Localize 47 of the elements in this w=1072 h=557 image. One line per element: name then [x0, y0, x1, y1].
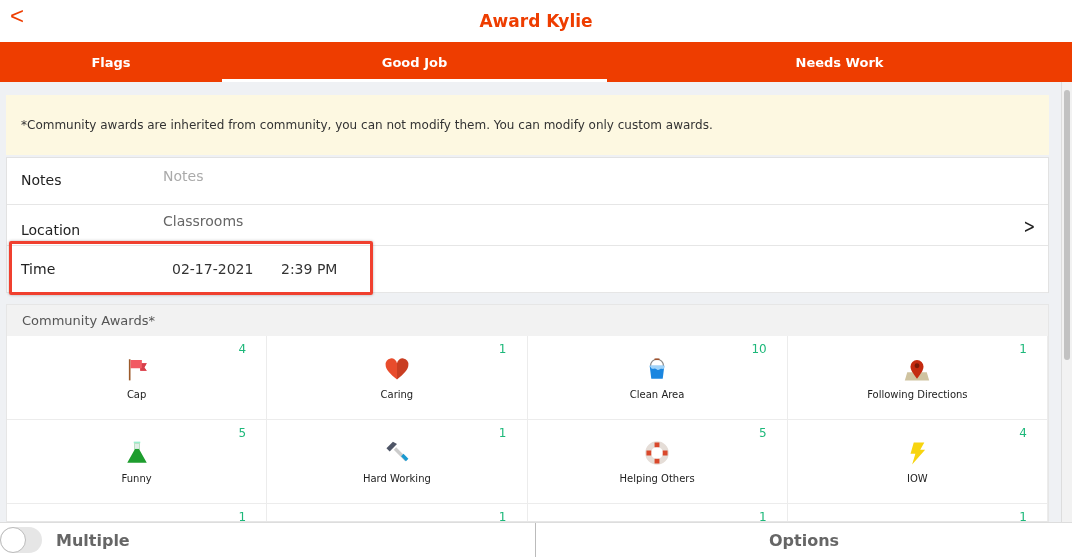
award-count: 1: [498, 426, 507, 440]
location-value[interactable]: Classrooms: [163, 213, 244, 229]
award-name: Funny: [121, 473, 152, 484]
notice-text: *Community awards are inherited from community, you can not modify them. You can modify only custom awards.: [21, 118, 713, 132]
award-count: 5: [238, 426, 247, 440]
award-tile[interactable]: 4 IOW: [787, 420, 1048, 504]
back-button[interactable]: <: [10, 2, 24, 30]
award-tile[interactable]: 1 Caring: [267, 336, 528, 420]
section-header: Community Awards*: [7, 305, 1048, 336]
award-count: 1: [1019, 342, 1027, 356]
award-name: Hard Working: [362, 473, 431, 484]
field-label: Notes: [21, 172, 62, 189]
award-count: 1: [759, 510, 767, 521]
field-label: Time: [21, 261, 56, 277]
award-name: Caring: [380, 389, 414, 400]
tab[interactable]: Needs Work: [607, 42, 1072, 82]
page-title: Award Kylie: [479, 11, 593, 31]
field-label: Location: [21, 221, 81, 238]
award-tile[interactable]: 1 Hard Working: [267, 420, 528, 504]
multiple-label: Multiple: [56, 530, 130, 550]
award-name: Cap: [126, 389, 147, 400]
heart-icon: [383, 356, 410, 382]
award-tile[interactable]: 5 Helping Others: [527, 420, 788, 504]
award-count: 4: [1019, 426, 1027, 440]
award-count: 1: [238, 510, 247, 521]
toggle-switch[interactable]: [0, 527, 42, 553]
notes-field[interactable]: Notes: [163, 164, 463, 188]
award-count: 1: [1019, 510, 1027, 521]
award-count: 5: [759, 426, 767, 440]
award-count: 10: [751, 342, 767, 356]
lifebuoy-icon: [644, 440, 671, 466]
award-tile[interactable]: 10 Clean Area: [527, 336, 788, 420]
award-tile[interactable]: 4 Cap: [7, 336, 268, 420]
chevron-icon[interactable]: >: [1023, 214, 1036, 238]
scrollbar[interactable]: [1061, 82, 1072, 522]
award-tile[interactable]: 5 Funny: [7, 420, 268, 504]
award-name: Following Directions: [867, 389, 968, 400]
award-tile[interactable]: 1 Following Directions: [787, 336, 1048, 420]
time-value[interactable]: 2:39 PM: [281, 261, 338, 277]
award-name: Helping Others: [619, 473, 695, 484]
award-count: 1: [498, 510, 507, 521]
award-count: 1: [498, 342, 507, 356]
award-name: Clean Area: [629, 389, 685, 400]
award-name: IOW: [907, 473, 928, 484]
award-count: 4: [238, 342, 247, 356]
date-value[interactable]: 02-17-2021: [172, 261, 254, 277]
tab[interactable]: Flags: [0, 42, 222, 82]
